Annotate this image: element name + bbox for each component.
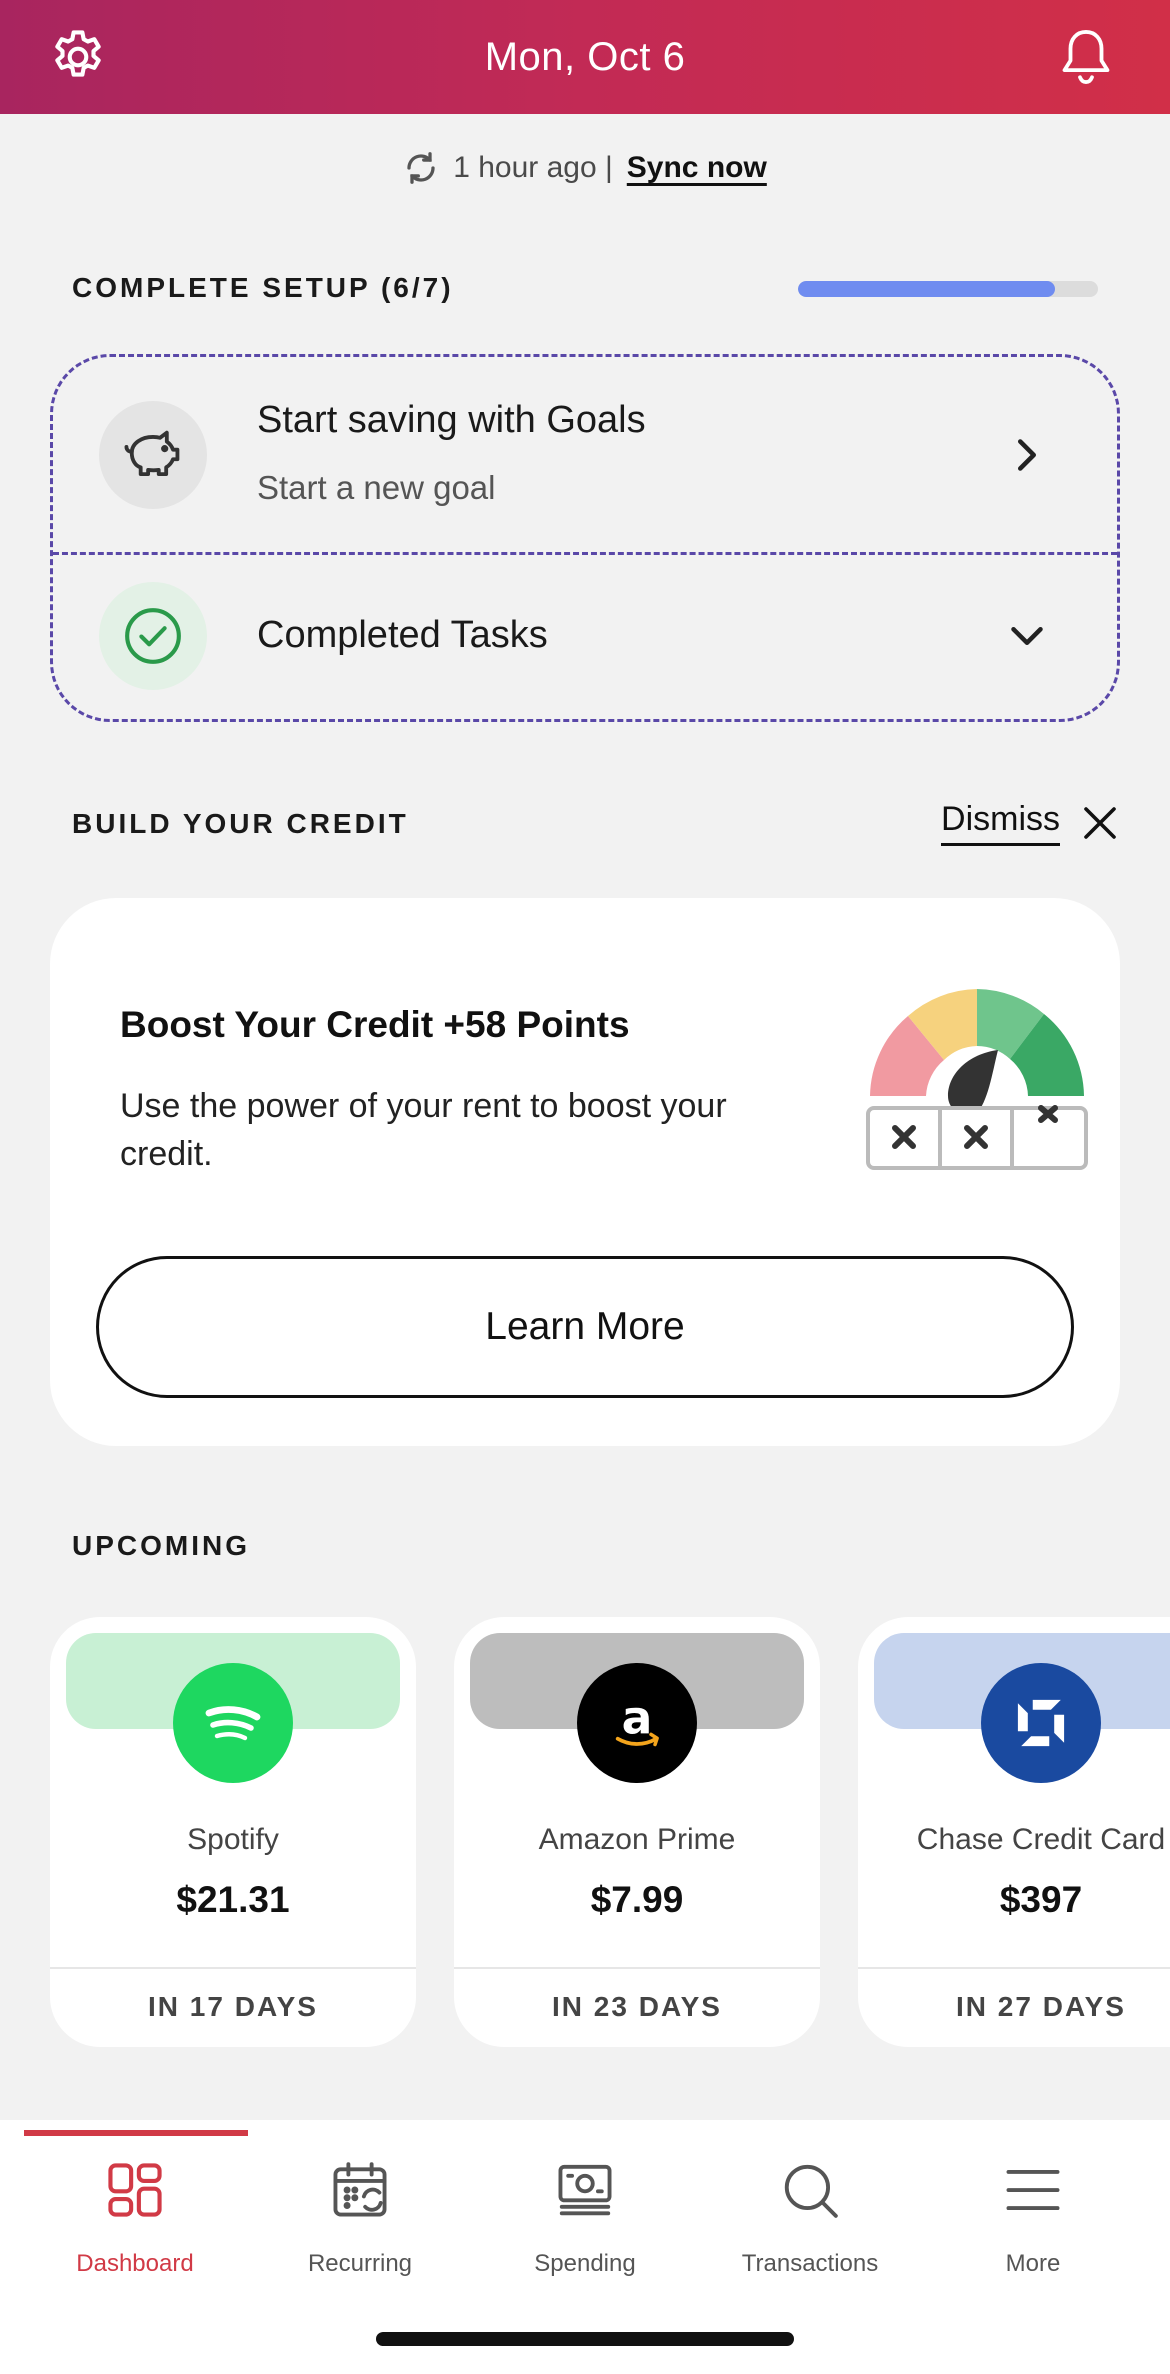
tab-dashboard[interactable]: Dashboard (22, 2120, 248, 2320)
bill-card[interactable]: Chase Credit Card $397 IN 27 DAYS (858, 1617, 1170, 2047)
tab-label: Recurring (307, 2250, 413, 2277)
bill-name: Amazon Prime (538, 1823, 736, 1856)
sync-now-link[interactable]: Sync now (627, 151, 767, 185)
bill-amount: $21.31 (176, 1879, 290, 1920)
completed-tasks-title: Completed Tasks (257, 614, 548, 656)
setup-section-title: COMPLETE SETUP (6/7) (72, 272, 454, 303)
spotify-logo-icon (173, 1663, 293, 1783)
refresh-icon[interactable] (403, 150, 439, 186)
page-title: Mon, Oct 6 (484, 34, 686, 79)
credit-card-title: Boost Your Credit +58 Points (120, 1004, 630, 1045)
bill-divider (454, 1967, 820, 1969)
credit-card-description: Use the power of your rent to boost your… (120, 1087, 727, 1173)
setup-tasks-box: Start saving with Goals Start a new goal… (50, 354, 1120, 722)
settings-button[interactable] (38, 17, 118, 97)
money-icon (549, 2154, 621, 2226)
dashboard-icon (99, 2154, 171, 2226)
bill-card[interactable]: a Amazon Prime $7.99 IN 23 DAYS (454, 1617, 820, 2047)
amazon-logo-icon: a (577, 1663, 697, 1783)
chevron-right-icon (1007, 435, 1047, 475)
tab-label: Dashboard (76, 2250, 194, 2277)
bill-amount: $7.99 (590, 1879, 684, 1920)
learn-more-button[interactable]: Learn More (96, 1256, 1074, 1398)
setup-progress-bar (798, 281, 1098, 297)
bill-name: Chase Credit Card (916, 1823, 1166, 1856)
tab-label: Transactions (741, 2250, 879, 2277)
tab-more[interactable]: More (920, 2120, 1146, 2320)
goals-task-title: Start saving with Goals (257, 399, 646, 441)
upcoming-bills-carousel[interactable]: Spotify $21.31 IN 17 DAYS a Amazon Prime… (50, 1617, 1170, 2047)
tab-transactions[interactable]: Transactions (697, 2120, 923, 2320)
search-icon (774, 2154, 846, 2226)
bill-due: IN 27 DAYS (956, 1991, 1126, 2022)
completed-tasks-row[interactable]: Completed Tasks (53, 552, 1117, 722)
tab-label: Spending (534, 2250, 636, 2277)
sync-status: 1 hour ago | Sync now (0, 150, 1170, 186)
sync-time: 1 hour ago | (453, 151, 613, 184)
gear-icon (55, 30, 101, 77)
bill-card[interactable]: Spotify $21.31 IN 17 DAYS (50, 1617, 416, 2047)
dismiss-button[interactable]: Dismiss (941, 800, 1120, 846)
notifications-button[interactable] (1046, 17, 1126, 97)
bell-icon (1062, 30, 1110, 84)
menu-icon (997, 2154, 1069, 2226)
upcoming-section-title: UPCOMING (72, 1530, 250, 1561)
goals-task-subtitle: Start a new goal (257, 469, 496, 506)
goals-task-row[interactable]: Start saving with Goals Start a new goal (53, 357, 1117, 552)
calendar-icon (324, 2154, 396, 2226)
setup-progress-fill (798, 281, 1056, 297)
chase-logo-icon (981, 1663, 1101, 1783)
piggy-bank-icon-wrap (99, 401, 207, 509)
credit-gauge-icon (866, 989, 1088, 1170)
credit-promo-card: Boost Your Credit +58 Points Use the pow… (50, 898, 1120, 1446)
close-icon (1084, 807, 1116, 839)
app-header: Mon, Oct 6 (0, 0, 1170, 114)
check-circle-icon-wrap (99, 582, 207, 690)
bill-divider (50, 1967, 416, 1969)
credit-section-title: BUILD YOUR CREDIT (72, 808, 409, 839)
svg-text:a: a (622, 1692, 653, 1745)
bill-amount: $397 (999, 1879, 1083, 1920)
tab-recurring[interactable]: Recurring (247, 2120, 473, 2320)
bill-divider (858, 1967, 1170, 1969)
bill-name: Spotify (187, 1823, 279, 1856)
dismiss-label: Dismiss (941, 800, 1060, 846)
check-circle-icon (125, 608, 181, 664)
piggy-bank-icon (124, 430, 180, 477)
chevron-down-icon (1007, 616, 1047, 656)
bill-due: IN 23 DAYS (552, 1991, 722, 2022)
home-indicator (376, 2332, 794, 2346)
bill-due: IN 17 DAYS (148, 1991, 318, 2022)
tab-spending[interactable]: Spending (472, 2120, 698, 2320)
tab-label: More (1005, 2250, 1061, 2277)
